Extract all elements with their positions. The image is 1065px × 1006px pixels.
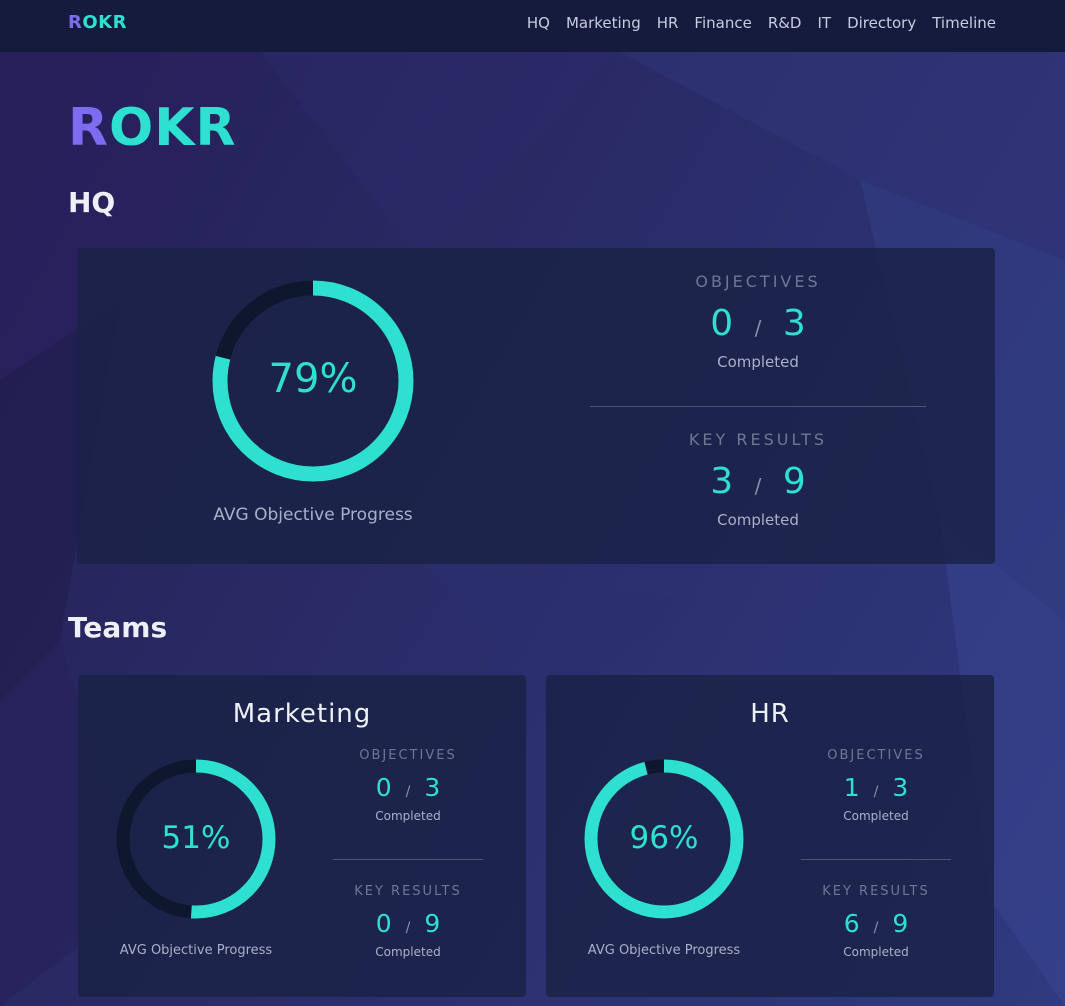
marketing-key-results-stat: KEY RESULTS 0 / 9 Completed — [333, 884, 483, 959]
objectives-separator: / — [754, 316, 762, 340]
objectives-separator: / — [873, 784, 879, 800]
objectives-total: 3 — [892, 773, 909, 802]
nav-link-rnd[interactable]: R&D — [768, 14, 802, 32]
brand-logo-link[interactable]: ROKR — [68, 12, 127, 33]
key-results-total: 9 — [782, 461, 806, 502]
objectives-heading: OBJECTIVES — [359, 748, 457, 763]
team-name: Marketing — [232, 699, 372, 729]
key-results-separator: / — [873, 920, 879, 936]
hr-avg-label: AVG Objective Progress — [587, 943, 741, 958]
objectives-heading: OBJECTIVES — [695, 272, 821, 291]
nav-link-timeline[interactable]: Timeline — [932, 14, 996, 32]
key-results-heading: KEY RESULTS — [822, 884, 930, 899]
page-title: ROKR — [68, 98, 237, 158]
objectives-count: 1 / 3 — [801, 773, 951, 803]
nav-link-hr[interactable]: HR — [657, 14, 679, 32]
hq-key-results-stat: KEY RESULTS 3 / 9 Completed — [590, 430, 926, 529]
top-navbar: ROKR HQ Marketing HR Finance R&D IT Dire… — [0, 0, 1065, 52]
nav-links: HQ Marketing HR Finance R&D IT Directory… — [527, 14, 996, 32]
key-results-count: 6 / 9 — [801, 909, 951, 939]
title-letter: R — [68, 98, 110, 158]
objectives-sub: Completed — [375, 809, 441, 823]
nav-link-it[interactable]: IT — [817, 14, 831, 32]
key-results-done: 6 — [843, 909, 860, 938]
title-rest: OKR — [109, 98, 237, 158]
key-results-sub: Completed — [717, 511, 799, 529]
marketing-avg-label: AVG Objective Progress — [119, 943, 273, 958]
team-card-marketing[interactable]: Marketing 51% AVG Objective Progress OBJ… — [78, 675, 526, 997]
objectives-count: 0 / 3 — [333, 773, 483, 803]
hr-objectives-stat: OBJECTIVES 1 / 3 Completed — [801, 748, 951, 823]
key-results-sub: Completed — [375, 945, 441, 959]
hq-avg-label: AVG Objective Progress — [213, 505, 413, 525]
objectives-count: 0 / 3 — [590, 303, 926, 345]
team-name: HR — [750, 699, 790, 729]
key-results-sub: Completed — [843, 945, 909, 959]
key-results-count: 0 / 9 — [333, 909, 483, 939]
objectives-done: 0 — [375, 773, 392, 802]
key-results-separator: / — [405, 920, 411, 936]
stat-divider — [333, 859, 483, 860]
key-results-heading: KEY RESULTS — [688, 430, 828, 449]
key-results-total: 9 — [424, 909, 441, 938]
hq-summary-card: 79% AVG Objective Progress OBJECTIVES 0 … — [77, 248, 995, 564]
objectives-sub: Completed — [843, 809, 909, 823]
brand-rest: OKR — [82, 12, 127, 33]
objectives-total: 3 — [424, 773, 441, 802]
hr-key-results-stat: KEY RESULTS 6 / 9 Completed — [801, 884, 951, 959]
key-results-total: 9 — [892, 909, 909, 938]
stat-divider — [801, 859, 951, 860]
brand-letter: R — [68, 12, 83, 33]
nav-link-directory[interactable]: Directory — [847, 14, 916, 32]
key-results-heading: KEY RESULTS — [354, 884, 462, 899]
nav-link-hq[interactable]: HQ — [527, 14, 550, 32]
objectives-done: 0 — [710, 303, 734, 344]
team-card-hr[interactable]: HR 96% AVG Objective Progress OBJECTIVES… — [546, 675, 994, 997]
objectives-total: 3 — [782, 303, 806, 344]
hq-objectives-stat: OBJECTIVES 0 / 3 Completed — [590, 272, 926, 371]
hr-progress-percent: 96% — [629, 820, 699, 856]
key-results-done: 3 — [710, 461, 734, 502]
objectives-separator: / — [405, 784, 411, 800]
nav-link-finance[interactable]: Finance — [694, 14, 751, 32]
key-results-separator: / — [754, 474, 762, 498]
objectives-heading: OBJECTIVES — [827, 748, 925, 763]
marketing-objectives-stat: OBJECTIVES 0 / 3 Completed — [333, 748, 483, 823]
nav-link-marketing[interactable]: Marketing — [566, 14, 641, 32]
stat-divider — [590, 406, 926, 407]
teams-section-title: Teams — [68, 611, 168, 644]
hq-progress-percent: 79% — [268, 356, 358, 402]
key-results-count: 3 / 9 — [590, 461, 926, 503]
objectives-done: 1 — [843, 773, 860, 802]
objectives-sub: Completed — [717, 353, 799, 371]
hq-section-title: HQ — [68, 186, 116, 219]
key-results-done: 0 — [375, 909, 392, 938]
marketing-progress-percent: 51% — [161, 820, 231, 856]
